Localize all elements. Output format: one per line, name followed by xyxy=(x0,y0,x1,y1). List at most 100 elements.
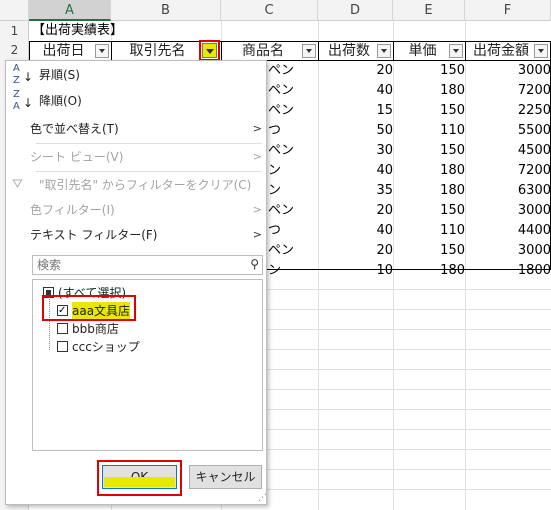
cell-e4[interactable]: 180 xyxy=(393,81,469,101)
cell-c8[interactable]: ン xyxy=(268,161,281,181)
checkbox-icon[interactable] xyxy=(57,341,68,352)
cell-e10[interactable]: 150 xyxy=(393,201,469,221)
checkbox-icon[interactable] xyxy=(57,323,68,334)
column-header-a[interactable]: A xyxy=(29,0,111,21)
row-header-2[interactable]: 2 xyxy=(0,40,29,60)
menu-separator xyxy=(36,143,262,144)
annotation-highlight-filter-button xyxy=(199,40,220,61)
cell-f13[interactable]: 1800 xyxy=(465,261,551,281)
cell-c10[interactable]: ペン xyxy=(268,201,294,221)
cell-d5[interactable]: 15 xyxy=(318,101,397,121)
chevron-right-icon: > xyxy=(252,203,262,216)
cell-c13[interactable]: ン xyxy=(268,261,281,281)
menu-sort-descending-label: 降順(O) xyxy=(39,94,82,108)
cell-c6[interactable]: つ xyxy=(268,121,281,141)
annotation-highlight-aaa xyxy=(42,295,136,321)
cell-d11[interactable]: 40 xyxy=(318,221,397,241)
down-arrow-icon: ↓ xyxy=(23,70,34,84)
clear-filter-icon: ⛛ xyxy=(12,177,23,192)
cell-c3[interactable]: ペン xyxy=(268,61,294,81)
chevron-right-icon: > xyxy=(252,228,262,241)
cell-c5[interactable]: ペン xyxy=(268,101,294,121)
filter-dropdown-e[interactable] xyxy=(449,44,463,58)
chevron-right-icon: > xyxy=(252,150,262,163)
header-unitprice[interactable]: 単価 xyxy=(393,41,466,61)
cell-c12[interactable]: ペン xyxy=(268,241,294,261)
menu-sort-ascending[interactable]: AZ ↓ 昇順(S) xyxy=(6,63,268,87)
cell-e11[interactable]: 110 xyxy=(393,221,469,241)
cell-d13[interactable]: 10 xyxy=(318,261,397,281)
column-header-b[interactable]: B xyxy=(111,0,221,21)
cell-e7[interactable]: 150 xyxy=(393,141,469,161)
header-amount[interactable]: 出荷金額 xyxy=(465,41,551,61)
menu-color-filter: 色フィルター(I) > xyxy=(6,198,268,222)
filter-search-box[interactable]: ⚲ xyxy=(32,255,263,275)
cell-c11[interactable]: つ xyxy=(268,221,281,241)
cell-d7[interactable]: 30 xyxy=(318,141,397,161)
menu-text-filter[interactable]: テキスト フィルター(F) > xyxy=(6,223,268,247)
cell-f5[interactable]: 2250 xyxy=(465,101,551,121)
cell-d3[interactable]: 20 xyxy=(318,61,397,81)
menu-sheet-view-label: シート ビュー(V) xyxy=(30,150,124,164)
cell-d9[interactable]: 35 xyxy=(318,181,397,201)
resize-grip-icon[interactable]: ⋰ xyxy=(258,493,267,503)
column-header-e[interactable]: E xyxy=(393,0,465,21)
header-shipdate[interactable]: 出荷日 xyxy=(29,41,112,61)
header-unitprice-label: 単価 xyxy=(408,43,437,59)
cell-f3[interactable]: 3000 xyxy=(465,61,551,81)
cell-e6[interactable]: 110 xyxy=(393,121,469,141)
column-header-f[interactable]: F xyxy=(465,0,551,21)
cell-e8[interactable]: 180 xyxy=(393,161,469,181)
cell-e9[interactable]: 180 xyxy=(393,181,469,201)
header-product[interactable]: 商品名 xyxy=(221,41,319,61)
down-arrow-icon: ↓ xyxy=(23,96,34,110)
cell-f11[interactable]: 4400 xyxy=(465,221,551,241)
sort-ascending-icon: AZ xyxy=(13,63,20,86)
filter-dropdown-f[interactable] xyxy=(534,44,548,58)
select-all-corner[interactable] xyxy=(0,0,29,21)
cell-f6[interactable]: 5500 xyxy=(465,121,551,141)
autofilter-dropdown: AZ ↓ 昇順(S) ZA ↓ 降順(O) 色で並べ替え(T) > シート ビュ… xyxy=(5,60,267,505)
search-icon: ⚲ xyxy=(250,257,259,271)
cell-f8[interactable]: 7200 xyxy=(465,161,551,181)
header-product-label: 商品名 xyxy=(242,43,284,59)
filter-dropdown-c[interactable] xyxy=(302,44,316,58)
column-header-d[interactable]: D xyxy=(318,0,393,21)
column-header-c[interactable]: C xyxy=(221,0,318,21)
cell-d6[interactable]: 50 xyxy=(318,121,397,141)
cell-c9[interactable]: ン xyxy=(268,181,281,201)
header-customer-label: 取引先名 xyxy=(129,43,186,59)
row-header-1[interactable]: 1 xyxy=(0,21,29,41)
cell-d12[interactable]: 20 xyxy=(318,241,397,261)
filter-item-label: bbb商店 xyxy=(72,322,119,336)
menu-sort-descending[interactable]: ZA ↓ 降順(O) xyxy=(6,89,268,113)
annotation-highlight-ok xyxy=(97,460,182,496)
sort-descending-icon: ZA xyxy=(13,89,20,112)
cell-f9[interactable]: 6300 xyxy=(465,181,551,201)
cell-f12[interactable]: 3000 xyxy=(465,241,551,261)
column-header-bar: A B C D E F xyxy=(0,0,551,21)
cell-c7[interactable]: ペン xyxy=(268,141,294,161)
cell-d8[interactable]: 40 xyxy=(318,161,397,181)
cell-e3[interactable]: 150 xyxy=(393,61,469,81)
header-quantity-label: 出荷数 xyxy=(328,43,370,59)
cell-f7[interactable]: 4500 xyxy=(465,141,551,161)
menu-sort-ascending-label: 昇順(S) xyxy=(39,68,80,82)
cell-d10[interactable]: 20 xyxy=(318,201,397,221)
cell-f4[interactable]: 7200 xyxy=(465,81,551,101)
cell-e13[interactable]: 180 xyxy=(393,261,469,281)
cancel-button[interactable]: キャンセル xyxy=(189,465,262,489)
cell-c4[interactable]: ペン xyxy=(268,81,294,101)
header-quantity[interactable]: 出荷数 xyxy=(318,41,394,61)
filter-dropdown-a[interactable] xyxy=(95,44,109,58)
filter-dropdown-d[interactable] xyxy=(377,44,391,58)
cell-e5[interactable]: 150 xyxy=(393,101,469,121)
cell-e12[interactable]: 150 xyxy=(393,241,469,261)
cancel-button-label: キャンセル xyxy=(195,470,256,484)
header-amount-label: 出荷金額 xyxy=(473,43,529,59)
filter-search-input[interactable] xyxy=(33,256,241,274)
cell-d4[interactable]: 40 xyxy=(318,81,397,101)
cell-f10[interactable]: 3000 xyxy=(465,201,551,221)
sheet-title[interactable]: 【出荷実績表】 xyxy=(32,21,123,41)
menu-sort-by-color[interactable]: 色で並べ替え(T) > xyxy=(6,117,268,141)
